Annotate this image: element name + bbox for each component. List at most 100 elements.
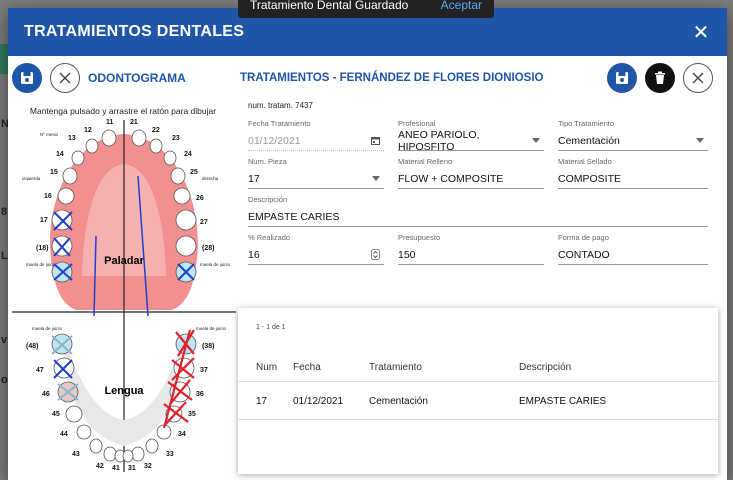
svg-text:16: 16 [44,193,52,200]
svg-text:46: 46 [42,391,50,398]
close-icon[interactable]: ✕ [689,20,713,45]
pago-field[interactable]: Forma de pago CONTADO [558,233,708,271]
svg-text:27: 27 [200,219,208,226]
table-row[interactable]: 17 01/12/2021 Cementación EMPASTE CARIES [238,384,718,420]
cancel-treatment-button[interactable] [683,63,713,93]
panel-title: TRATAMIENTOS - FERNÁNDEZ DE FLORES DIONI… [240,72,544,84]
odontogram-panel: ODONTOGRAMA Mantenga pulsado y arrastre … [8,56,238,480]
table-range: 1 - 1 de 1 [256,324,286,331]
background-letter: v [1,334,8,346]
svg-text:43: 43 [72,451,80,458]
fecha-label: Fecha Tratamiento [248,119,311,128]
pago-value: CONTADO [558,248,610,261]
drawing-hint: Mantenga pulsado y arrastre el ratón par… [29,106,217,116]
save-icon [21,72,33,84]
cell-num: 17 [256,396,268,407]
svg-text:12: 12 [84,127,92,134]
svg-text:45: 45 [52,411,60,418]
tipo-value: Cementación [558,134,620,147]
background-strip [0,44,8,74]
header-descripcion[interactable]: Descripción [519,362,718,373]
cell-fecha: 01/12/2021 [293,396,344,407]
svg-text:22: 22 [152,127,160,134]
svg-text:muela de juicio: muela de juicio [26,262,57,267]
svg-text:35: 35 [188,411,196,418]
treatments-table: 1 - 1 de 1 Num Fecha Tratamiento Descrip… [238,308,718,474]
odontogram-canvas[interactable]: Paladar 11 12 13 14 15 16 17 (18) 21 22 … [12,116,236,476]
treatments-dialog: TRATAMIENTOS DENTALES ✕ ODONTOGRAMA Mant… [8,8,727,480]
fecha-value: 01/12/2021 [248,134,301,147]
clear-odontogram-button[interactable] [50,63,80,93]
stepper-icon[interactable] [371,249,380,260]
svg-text:32: 32 [144,463,152,470]
treatment-number: num. tratam. 7437 [240,101,727,119]
save-treatment-button[interactable] [607,63,637,93]
svg-text:17: 17 [40,217,48,224]
pago-label: Forma de pago [558,233,609,242]
cell-tratamiento: Cementación [369,396,428,407]
svg-text:37: 37 [200,367,208,374]
chevron-down-icon [372,176,380,181]
background-letter: L [1,250,8,262]
tipo-label: Tipo Tratamiento [558,119,614,128]
table-header: Num Fecha Tratamiento Descripción [238,354,718,382]
svg-text:izquierda: izquierda [22,176,41,181]
descripcion-field[interactable]: Descripción EMPASTE CARIES [248,195,708,233]
svg-text:25: 25 [190,169,198,176]
relleno-field[interactable]: Material Relleno FLOW + COMPOSITE [398,157,544,195]
descripcion-value: EMPASTE CARIES [248,210,340,223]
svg-text:(28): (28) [202,245,214,252]
save-odontogram-button[interactable] [12,63,42,93]
header-fecha[interactable]: Fecha [293,362,369,373]
close-icon [59,72,71,84]
header-tratamiento[interactable]: Tratamiento [369,362,519,373]
tongue-label: Lengua [104,385,144,397]
trash-icon [655,71,665,84]
presupuesto-field[interactable]: Presupuesto 150 [398,233,544,271]
snackbar-accept-button[interactable]: Aceptar [441,0,482,12]
svg-text:derecha: derecha [202,176,219,181]
fecha-field[interactable]: Fecha Tratamiento 01/12/2021 [248,119,384,157]
chevron-down-icon [532,138,540,143]
close-icon [692,72,704,84]
treatment-number-value: 7437 [295,101,313,110]
sellado-field[interactable]: Material Sellado COMPOSITE [558,157,708,195]
pieza-select[interactable]: Num. Pieza 17 [248,157,384,195]
descripcion-label: Descripción [248,195,288,204]
svg-text:11: 11 [106,119,114,126]
svg-text:44: 44 [60,431,68,438]
snackbar: Tratamiento Dental Guardado Aceptar [238,0,494,18]
svg-text:15: 15 [50,169,58,176]
header-num[interactable]: Num [238,362,293,373]
svg-text:muela de juicio: muela de juicio [200,262,231,267]
background-letter: o [1,374,8,386]
svg-text:23: 23 [172,135,180,142]
relleno-value: FLOW + COMPOSITE [398,172,504,185]
pieza-value: 17 [248,172,260,185]
calendar-icon[interactable] [371,136,380,145]
svg-text:47: 47 [36,367,44,374]
svg-text:33: 33 [166,451,174,458]
pieza-label: Num. Pieza [248,157,287,166]
presupuesto-value: 150 [398,248,416,261]
realizado-label: % Realizado [248,233,291,242]
tipo-select[interactable]: Tipo Tratamiento Cementación [558,119,708,157]
treatment-panel: TRATAMIENTOS - FERNÁNDEZ DE FLORES DIONI… [238,56,727,480]
delete-treatment-button[interactable] [645,63,675,93]
realizado-value: 16 [248,248,260,261]
realizado-field[interactable]: % Realizado 16 [248,233,384,271]
lower-small-labels: muela de juicio muela de juicio [32,326,227,331]
svg-text:14: 14 [56,151,64,158]
chevron-down-icon [696,138,704,143]
svg-text:(38): (38) [202,343,214,350]
svg-text:Nº mesio: Nº mesio [40,132,59,137]
svg-text:(48): (48) [26,343,38,350]
snackbar-message: Tratamiento Dental Guardado [250,0,409,12]
svg-text:13: 13 [68,135,76,142]
svg-text:24: 24 [184,151,192,158]
svg-text:(18): (18) [36,245,48,252]
background-letter: 8 [1,206,8,218]
sellado-value: COMPOSITE [558,172,622,185]
presupuesto-label: Presupuesto [398,233,441,242]
profesional-select[interactable]: Profesional ANEO PARIOLO, HIPOSFITO [398,119,544,157]
